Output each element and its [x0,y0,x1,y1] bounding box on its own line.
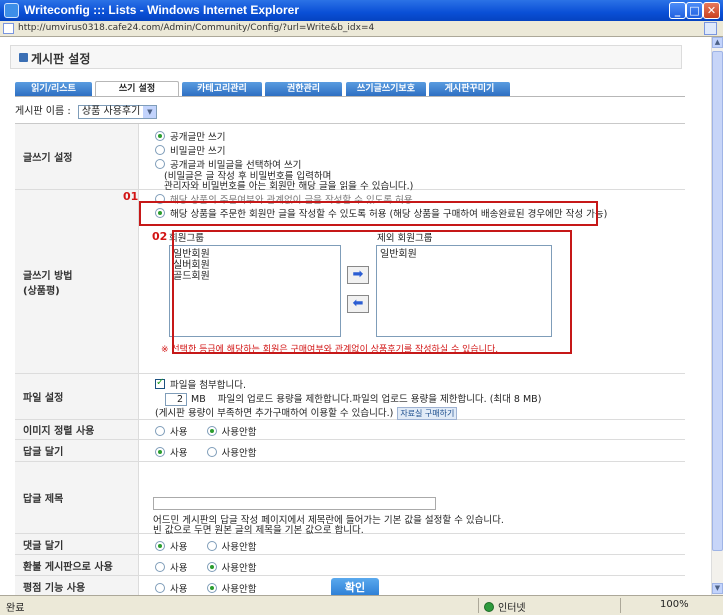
annotation-box-01 [139,201,598,226]
security-zone: 인터넷 [484,599,526,614]
write-setting-label: 글쓰기 설정 [15,124,139,189]
radio-secret-only[interactable] [155,145,165,155]
address-bar: http://umvirus0318.cafe24.com/Admin/Comm… [0,21,723,37]
window-titlebar: Writeconfig ::: Lists - Windows Internet… [0,0,723,21]
option-public-only[interactable]: 공개글만 쓰기 [155,129,225,143]
scroll-thumb[interactable] [712,51,723,551]
comment-on[interactable]: 사용 [155,539,187,553]
tab-read-list[interactable]: 읽기/리스트 [15,82,92,96]
tab-write-protect[interactable]: 쓰기글쓰기보호 [346,82,426,96]
comment-label: 댓글 달기 [15,534,139,554]
radio-rating-on[interactable] [155,583,165,593]
row-write-setting: 글쓰기 설정 공개글만 쓰기 비밀글만 쓰기 공개글과 비밀글을 선택하여 쓰기… [15,124,685,192]
buy-storage-button[interactable]: 자료실 구매하기 [397,407,458,420]
scroll-up-icon[interactable]: ▲ [712,37,723,48]
row-reply-title: 답글 제목 어드민 게시판의 답글 작성 페이지에서 제목란에 들어가는 기본 … [15,462,685,536]
rating-label: 평점 기능 사용 [15,576,139,595]
reply-label: 답글 달기 [15,440,139,461]
status-divider [620,598,621,613]
upload-limit-row: 2 MB 파일의 업로드 용량을 제한합니다.파일의 업로드 용량을 제한합니다.… [165,391,541,406]
reply-off[interactable]: 사용안함 [206,445,256,459]
tab-divider [15,96,685,97]
reply-title-input[interactable] [153,497,436,510]
page-content: 게시판 설정 읽기/리스트 쓰기 설정 카테고리관리 권한관리 쓰기글쓰기보호 … [0,37,711,595]
tab-write-settings[interactable]: 쓰기 설정 [95,81,179,97]
annotation-box-02 [172,230,572,354]
title-bullet-icon [19,53,28,62]
rating-on[interactable]: 사용 [155,581,187,595]
minimize-button[interactable]: _ [669,2,686,19]
globe-icon [484,602,494,612]
favorites-icon[interactable] [704,22,717,35]
refund-board-off[interactable]: 사용안함 [206,560,256,574]
radio-refund-off[interactable] [206,562,217,572]
radio-refund-on[interactable] [155,562,165,572]
row-comment: 댓글 달기 사용 사용안함 [15,534,685,555]
maximize-button[interactable]: □ [686,2,703,19]
radio-rating-off[interactable] [206,583,217,593]
row-file-setting: 파일 설정 파일을 첨부합니다. 2MB 파일의 업로드 용량을 제한합니다.파… [15,374,685,420]
board-name-label: 게시판 이름 : [15,106,71,117]
radio-comment-on[interactable] [155,541,165,551]
zoom-level[interactable]: 100% [660,599,689,610]
radio-image-sort-on[interactable] [155,426,165,436]
board-name-value: 상품 사용후기 [81,106,141,117]
board-name-select[interactable]: 상품 사용후기 ▼ [77,105,158,119]
row-refund-board: 환불 게시판으로 사용 사용 사용안함 [15,555,685,576]
row-image-sort: 이미지 정렬 사용 사용 사용안함 [15,420,685,440]
radio-image-sort-off[interactable] [206,426,217,436]
vertical-scrollbar[interactable]: ▲ ▼ [711,37,723,595]
chevron-down-icon: ▼ [143,106,157,118]
attach-option[interactable]: 파일을 첨부합니다. [155,377,246,391]
image-sort-off[interactable]: 사용안함 [206,424,256,438]
option-secret-only[interactable]: 비밀글만 쓰기 [155,143,225,157]
attach-checkbox[interactable] [155,377,165,389]
refund-board-label: 환불 게시판으로 사용 [15,555,139,575]
board-name-row: 게시판 이름 : 상품 사용후기 ▼ [15,102,158,119]
refund-board-on[interactable]: 사용 [155,560,187,574]
upload-note-row: (게시판 용량이 부족하면 추가구매하여 이용할 수 있습니다.) 자료실 구매하… [155,405,458,420]
page-title: 게시판 설정 [31,52,91,66]
radio-reply-on[interactable] [155,447,165,457]
confirm-button[interactable]: 확인 [331,578,379,595]
ie-icon [4,3,19,18]
status-bar: 완료 인터넷 100% [0,595,723,615]
reply-on[interactable]: 사용 [155,445,187,459]
annotation-01: 01 [123,190,139,203]
radio-public-only[interactable] [155,131,165,141]
address-url[interactable]: http://umvirus0318.cafe24.com/Admin/Comm… [18,22,698,35]
radio-comment-off[interactable] [206,541,217,551]
annotation-02: 02 [152,230,168,243]
settings-table: 글쓰기 설정 공개글만 쓰기 비밀글만 쓰기 공개글과 비밀글을 선택하여 쓰기… [15,123,685,595]
scroll-down-icon[interactable]: ▼ [712,583,723,594]
window-title: Writeconfig ::: Lists - Windows Internet… [24,3,300,17]
close-button[interactable]: ✕ [703,2,720,19]
radio-reply-off[interactable] [206,447,217,457]
file-setting-label: 파일 설정 [15,374,139,419]
reply-title-label: 답글 제목 [15,462,139,533]
rating-off[interactable]: 사용안함 [206,581,256,595]
tab-board-design[interactable]: 게시판꾸미기 [429,82,510,96]
comment-off[interactable]: 사용안함 [206,539,256,553]
status-divider [478,598,479,613]
image-sort-on[interactable]: 사용 [155,424,187,438]
tab-permission[interactable]: 권한관리 [265,82,342,96]
row-reply: 답글 달기 사용 사용안함 [15,440,685,462]
status-text: 완료 [6,603,25,614]
image-sort-label: 이미지 정렬 사용 [15,420,139,439]
page-icon [3,23,14,34]
write-method-label: 글쓰기 방법 (상품평) [15,190,139,373]
tab-category[interactable]: 카테고리관리 [182,82,262,96]
page-header: 게시판 설정 [10,45,682,69]
